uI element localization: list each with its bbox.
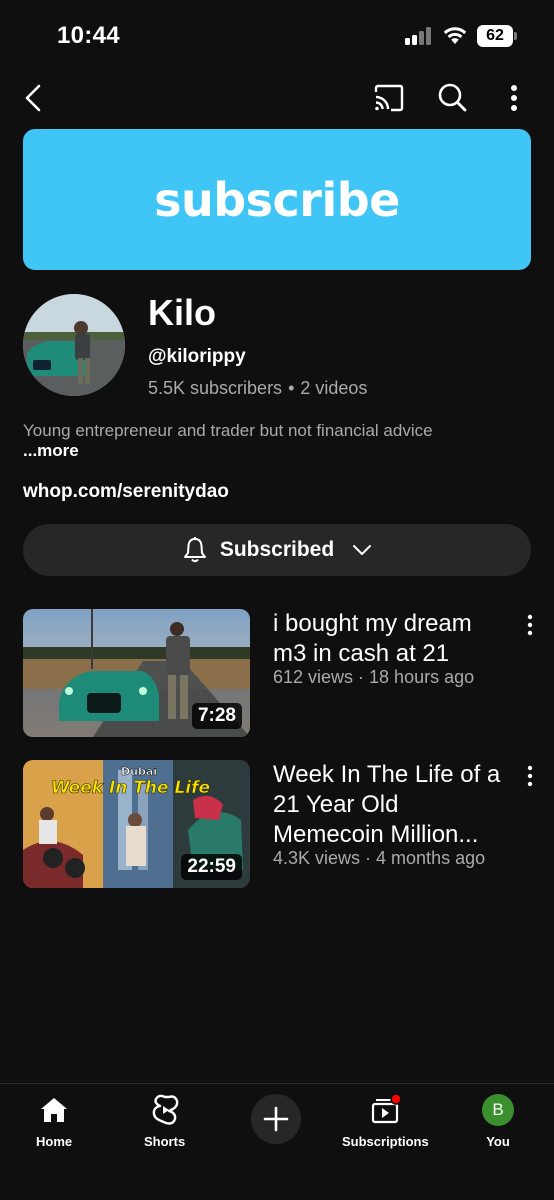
channel-description[interactable]: Young entrepreneur and trader but not fi… xyxy=(23,421,443,461)
tab-label: Shorts xyxy=(144,1134,186,1149)
back-arrow-icon[interactable] xyxy=(20,82,48,114)
channel-stats: 5.5K subscribers • 2 videos xyxy=(148,378,367,399)
you-avatar: B xyxy=(482,1094,514,1126)
video-meta: 4.3K views · 4 months ago xyxy=(273,848,486,868)
top-nav xyxy=(0,72,554,124)
chevron-down-icon xyxy=(353,545,372,555)
shorts-icon xyxy=(152,1094,178,1125)
battery-icon: 62 xyxy=(477,25,517,47)
video-duration: 7:28 xyxy=(191,703,242,729)
tab-label: You xyxy=(486,1134,510,1149)
thumbnail-headline-text: Week In The Life xyxy=(51,778,210,798)
subscribed-label: Subscribed xyxy=(219,538,335,561)
subscriptions-icon xyxy=(372,1094,402,1124)
bottom-nav: Home Shorts Subscriptions B You xyxy=(0,1083,554,1200)
home-icon xyxy=(41,1098,68,1122)
channel-name: Kilo xyxy=(148,292,216,333)
description-text: Young entrepreneur and trader but not fi… xyxy=(23,421,433,440)
tab-subscriptions[interactable]: Subscriptions xyxy=(342,1094,429,1149)
video-thumbnail[interactable]: 7:28 xyxy=(23,609,250,737)
notification-dot xyxy=(390,1094,402,1105)
video-more-icon[interactable] xyxy=(523,613,537,637)
signal-icon xyxy=(405,27,433,45)
tab-home[interactable]: Home xyxy=(36,1094,72,1149)
bell-icon xyxy=(183,537,206,563)
channel-banner: subscribe xyxy=(23,129,531,270)
tab-label: Home xyxy=(36,1134,73,1149)
video-thumbnail[interactable]: Dubai Week In The Life 22:59 xyxy=(23,760,250,888)
video-item[interactable]: Dubai Week In The Life 22:59 Week In The… xyxy=(23,760,538,890)
create-plus-icon xyxy=(263,1106,289,1132)
tab-you[interactable]: B You xyxy=(482,1094,514,1149)
cast-icon[interactable] xyxy=(373,84,405,112)
video-count: 2 videos xyxy=(300,378,368,398)
channel-avatar[interactable] xyxy=(23,294,125,396)
tab-shorts[interactable]: Shorts xyxy=(144,1094,185,1149)
subscribed-button[interactable]: Subscribed xyxy=(23,524,531,576)
channel-external-link[interactable]: whop.com/serenitydao xyxy=(23,481,229,503)
channel-handle: @kilorippy xyxy=(148,346,246,367)
search-icon[interactable] xyxy=(437,82,467,114)
status-time: 10:44 xyxy=(57,22,120,49)
video-title[interactable]: i bought my dream m3 in cash at 21 xyxy=(273,609,511,669)
video-item[interactable]: 7:28 i bought my dream m3 in cash at 21 … xyxy=(23,609,538,739)
subscriber-count: 5.5K subscribers xyxy=(148,378,283,398)
battery-level: 62 xyxy=(477,25,513,47)
video-duration: 22:59 xyxy=(181,854,242,880)
wifi-icon xyxy=(443,27,467,44)
video-more-icon[interactable] xyxy=(523,764,537,788)
thumbnail-tag-text: Dubai xyxy=(121,765,157,778)
banner-text: subscribe xyxy=(154,172,400,227)
more-vertical-icon[interactable] xyxy=(504,82,524,114)
description-more-link[interactable]: ...more xyxy=(23,441,79,460)
video-meta: 612 views · 18 hours ago xyxy=(273,667,475,687)
tab-label: Subscriptions xyxy=(342,1134,429,1149)
stats-separator: • xyxy=(288,378,295,398)
create-button[interactable] xyxy=(251,1094,301,1144)
status-bar: 10:44 62 xyxy=(0,0,554,72)
video-title[interactable]: Week In The Life of a 21 Year Old Memeco… xyxy=(273,760,511,850)
